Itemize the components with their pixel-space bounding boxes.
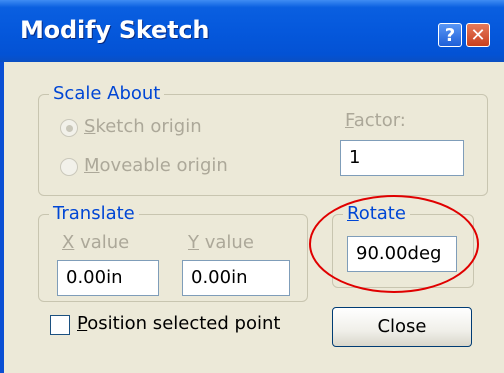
window-frame — [0, 62, 4, 373]
sketch-origin-label: Sketch origin — [84, 116, 202, 137]
close-button[interactable]: Close — [332, 307, 472, 347]
position-selected-point-label: Position selected point — [77, 313, 281, 334]
window-title: Modify Sketch — [20, 16, 210, 44]
scale-about-title: Scale About — [49, 83, 165, 104]
x-value-input[interactable]: 0.00in — [57, 260, 159, 296]
translate-title: Translate — [49, 203, 139, 224]
factor-label: Factor: — [345, 110, 406, 131]
moveable-origin-label: Moveable origin — [84, 155, 228, 176]
help-icon[interactable]: ? — [438, 23, 462, 47]
radio-selected-dot — [66, 125, 73, 132]
title-bar[interactable]: Modify Sketch ? ✕ — [0, 0, 504, 62]
x-value-label: X value — [62, 232, 130, 253]
moveable-origin-radio[interactable] — [60, 158, 78, 176]
factor-input[interactable]: 1 — [340, 140, 464, 176]
position-selected-point-checkbox[interactable] — [50, 315, 70, 335]
y-value-input[interactable]: 0.00in — [182, 260, 290, 296]
rotate-title: Rotate — [343, 203, 410, 224]
close-icon[interactable]: ✕ — [466, 23, 490, 47]
sketch-origin-radio[interactable] — [60, 119, 78, 137]
y-value-label: Y value — [188, 232, 254, 253]
rotate-input[interactable]: 90.00deg — [347, 236, 457, 272]
modify-sketch-dialog: Modify Sketch ? ✕ Scale About Sketch ori… — [0, 0, 504, 373]
